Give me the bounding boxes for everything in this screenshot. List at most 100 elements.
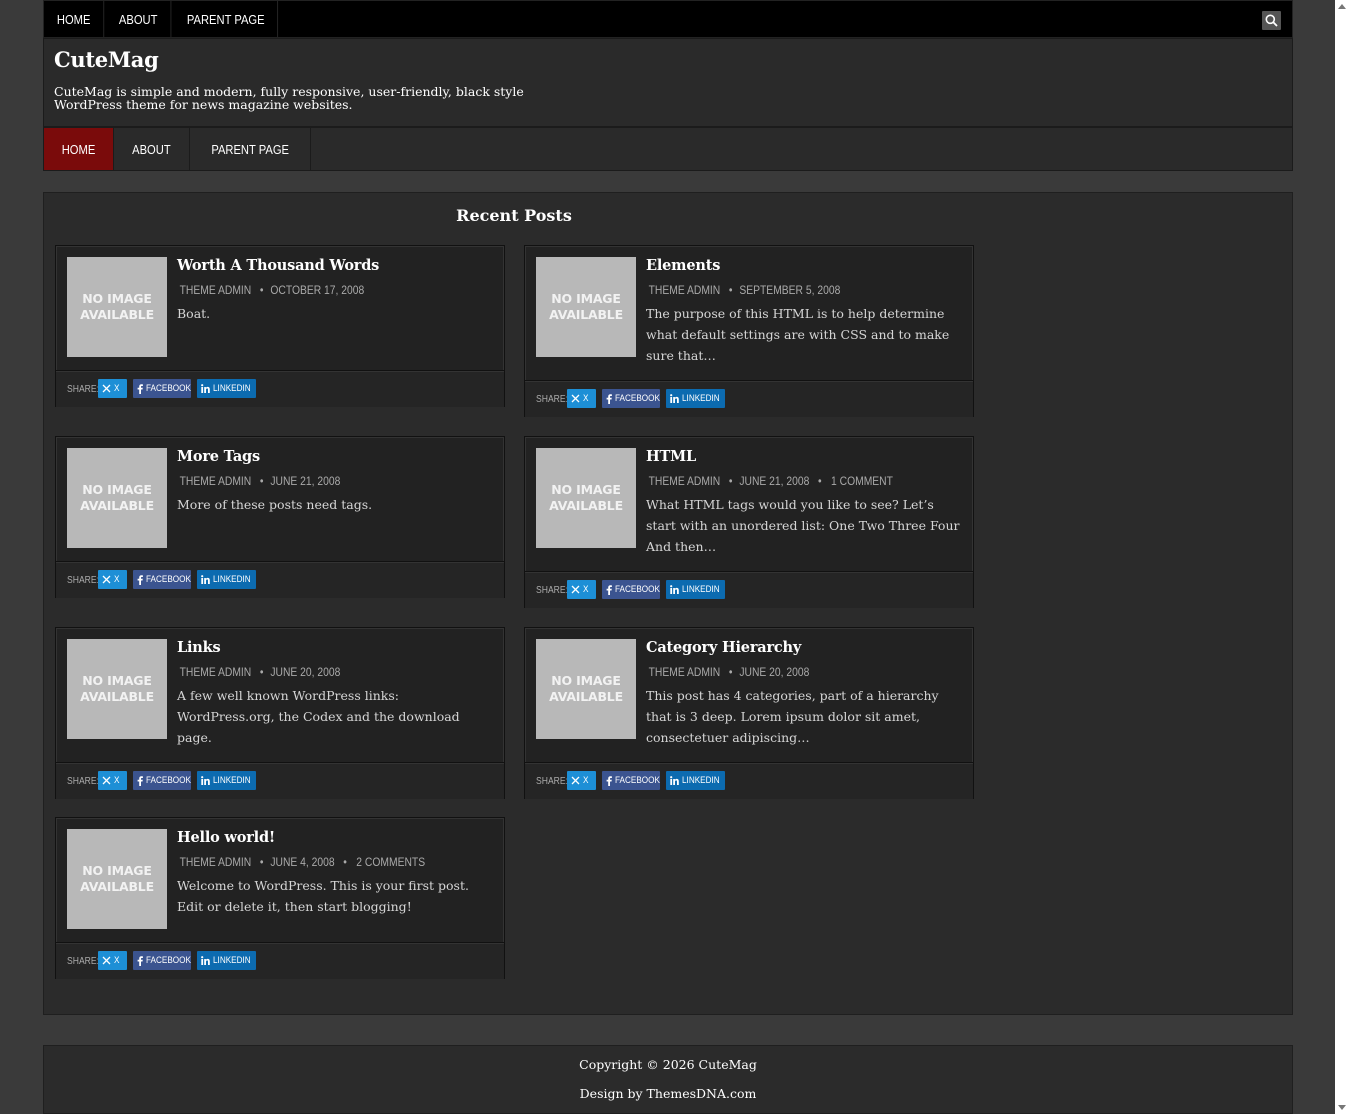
- share-bar: SHARE: X FACEBOOK LINKEDIN: [525, 380, 973, 417]
- share-facebook-label: FACEBOOK: [615, 584, 660, 595]
- meta-separator: •: [343, 855, 347, 869]
- share-x-button[interactable]: X: [98, 771, 127, 790]
- post-date: JUNE 21, 2008: [739, 474, 810, 488]
- share-label: SHARE:: [67, 776, 100, 787]
- post-date: JUNE 20, 2008: [270, 665, 341, 679]
- share-bar: SHARE: X FACEBOOK LINKEDIN: [56, 561, 504, 598]
- share-bar: SHARE: X FACEBOOK LINKEDIN: [56, 762, 504, 799]
- linkedin-icon: [201, 575, 210, 584]
- post-title[interactable]: Hello world!: [177, 829, 275, 846]
- post-excerpt: More of these posts need tags.: [177, 497, 373, 512]
- share-facebook-button[interactable]: FACEBOOK: [133, 379, 191, 398]
- search-button[interactable]: [1262, 11, 1281, 30]
- linkedin-icon: [201, 384, 210, 393]
- share-linkedin-button[interactable]: LINKEDIN: [197, 951, 256, 970]
- x-icon: [102, 776, 111, 785]
- post-author[interactable]: THEME ADMIN: [649, 665, 721, 679]
- share-facebook-button[interactable]: FACEBOOK: [602, 389, 660, 408]
- post-author[interactable]: THEME ADMIN: [180, 283, 252, 297]
- main-nav-home[interactable]: Home: [44, 128, 114, 170]
- share-x-label: X: [114, 955, 120, 966]
- share-linkedin-button[interactable]: LINKEDIN: [197, 379, 256, 398]
- share-linkedin-button[interactable]: LINKEDIN: [197, 771, 256, 790]
- meta-separator: •: [259, 855, 264, 869]
- post-card: NO IMAGE AVAILABLE Worth A Thousand Word…: [55, 245, 505, 407]
- post-title[interactable]: Category Hierarchy: [646, 639, 801, 656]
- no-image-thumbnail[interactable]: NO IMAGE AVAILABLE: [67, 829, 167, 929]
- thumbnail-text-line1: NO IMAGE: [82, 863, 152, 878]
- copyright-text: Copyright © 2026 CuteMag: [579, 1057, 757, 1072]
- no-image-thumbnail[interactable]: NO IMAGE AVAILABLE: [67, 448, 167, 548]
- top-nav-home[interactable]: Home: [44, 1, 105, 37]
- share-linkedin-button[interactable]: LINKEDIN: [666, 389, 725, 408]
- thumbnail-text-line2: AVAILABLE: [549, 689, 623, 704]
- post-author[interactable]: THEME ADMIN: [649, 474, 721, 488]
- post-card: NO IMAGE AVAILABLE Links THEME ADMIN • JUN…: [55, 627, 505, 799]
- thumbnail-text-line1: NO IMAGE: [82, 482, 152, 497]
- linkedin-icon: [201, 956, 210, 965]
- no-image-thumbnail[interactable]: NO IMAGE AVAILABLE: [536, 257, 636, 357]
- share-facebook-button[interactable]: FACEBOOK: [133, 570, 191, 589]
- post-author[interactable]: THEME ADMIN: [180, 855, 252, 869]
- no-image-thumbnail[interactable]: NO IMAGE AVAILABLE: [67, 639, 167, 739]
- post-meta: THEME ADMIN • JUNE 21, 2008: [177, 474, 346, 488]
- thumbnail-text-line2: AVAILABLE: [549, 307, 623, 322]
- share-x-button[interactable]: X: [98, 379, 127, 398]
- share-linkedin-button[interactable]: LINKEDIN: [666, 771, 725, 790]
- thumbnail-text-line2: AVAILABLE: [549, 498, 623, 513]
- post-comments[interactable]: 2 COMMENTS: [356, 855, 425, 869]
- design-credit[interactable]: Design by ThemesDNA.com: [44, 1086, 1292, 1101]
- thumbnail-text-line1: NO IMAGE: [551, 673, 621, 688]
- scrollbar[interactable]: [1335, 0, 1350, 1114]
- post-meta: THEME ADMIN • SEPTEMBER 5, 2008: [646, 283, 845, 297]
- site-title[interactable]: CuteMag: [54, 47, 159, 72]
- post-title[interactable]: Worth A Thousand Words: [177, 257, 379, 274]
- scroll-up-arrow-icon[interactable]: [1338, 4, 1346, 9]
- thumbnail-text-line1: NO IMAGE: [551, 482, 621, 497]
- share-x-button[interactable]: X: [567, 580, 596, 599]
- share-x-button[interactable]: X: [98, 570, 127, 589]
- facebook-icon: [137, 574, 143, 585]
- site-header: CuteMag CuteMag is simple and modern, fu…: [43, 38, 1293, 127]
- share-facebook-button[interactable]: FACEBOOK: [133, 951, 191, 970]
- share-x-button[interactable]: X: [567, 771, 596, 790]
- linkedin-icon: [670, 394, 679, 403]
- post-title[interactable]: Links: [177, 639, 221, 656]
- share-x-label: X: [114, 574, 120, 585]
- x-icon: [571, 776, 580, 785]
- share-x-button[interactable]: X: [98, 951, 127, 970]
- share-linkedin-button[interactable]: LINKEDIN: [197, 570, 256, 589]
- post-comments[interactable]: 1 COMMENT: [831, 474, 893, 488]
- post-author[interactable]: THEME ADMIN: [180, 665, 252, 679]
- no-image-thumbnail[interactable]: NO IMAGE AVAILABLE: [536, 448, 636, 548]
- scroll-down-arrow-icon[interactable]: [1338, 1105, 1346, 1110]
- share-facebook-button[interactable]: FACEBOOK: [602, 771, 660, 790]
- site-description: CuteMag is simple and modern, fully resp…: [54, 84, 524, 112]
- main-nav-parent-page[interactable]: Parent Page: [190, 128, 312, 170]
- post-title[interactable]: More Tags: [177, 448, 260, 465]
- post-title[interactable]: HTML: [646, 448, 696, 465]
- no-image-thumbnail[interactable]: NO IMAGE AVAILABLE: [67, 257, 167, 357]
- main-nav-about[interactable]: About: [114, 128, 190, 170]
- top-nav-about[interactable]: About: [106, 1, 172, 37]
- share-bar: SHARE: X FACEBOOK LINKEDIN: [56, 942, 504, 979]
- linkedin-icon: [201, 776, 210, 785]
- share-facebook-button[interactable]: FACEBOOK: [602, 580, 660, 599]
- post-title[interactable]: Elements: [646, 257, 720, 274]
- main-nav-parent-page-label: Parent Page: [211, 141, 289, 157]
- top-nav-parent-page[interactable]: Parent Page: [174, 1, 279, 37]
- share-facebook-label: FACEBOOK: [615, 775, 660, 786]
- facebook-icon: [606, 775, 612, 786]
- main-nav: Home About Parent Page: [43, 127, 1293, 171]
- share-x-label: X: [114, 775, 120, 786]
- post-date: JUNE 21, 2008: [270, 474, 341, 488]
- thumbnail-text-line2: AVAILABLE: [80, 879, 154, 894]
- post-excerpt: The purpose of this HTML is to help dete…: [646, 306, 950, 363]
- meta-separator: •: [728, 283, 733, 297]
- no-image-thumbnail[interactable]: NO IMAGE AVAILABLE: [536, 639, 636, 739]
- share-linkedin-button[interactable]: LINKEDIN: [666, 580, 725, 599]
- post-author[interactable]: THEME ADMIN: [649, 283, 721, 297]
- post-author[interactable]: THEME ADMIN: [180, 474, 252, 488]
- share-x-button[interactable]: X: [567, 389, 596, 408]
- share-facebook-button[interactable]: FACEBOOK: [133, 771, 191, 790]
